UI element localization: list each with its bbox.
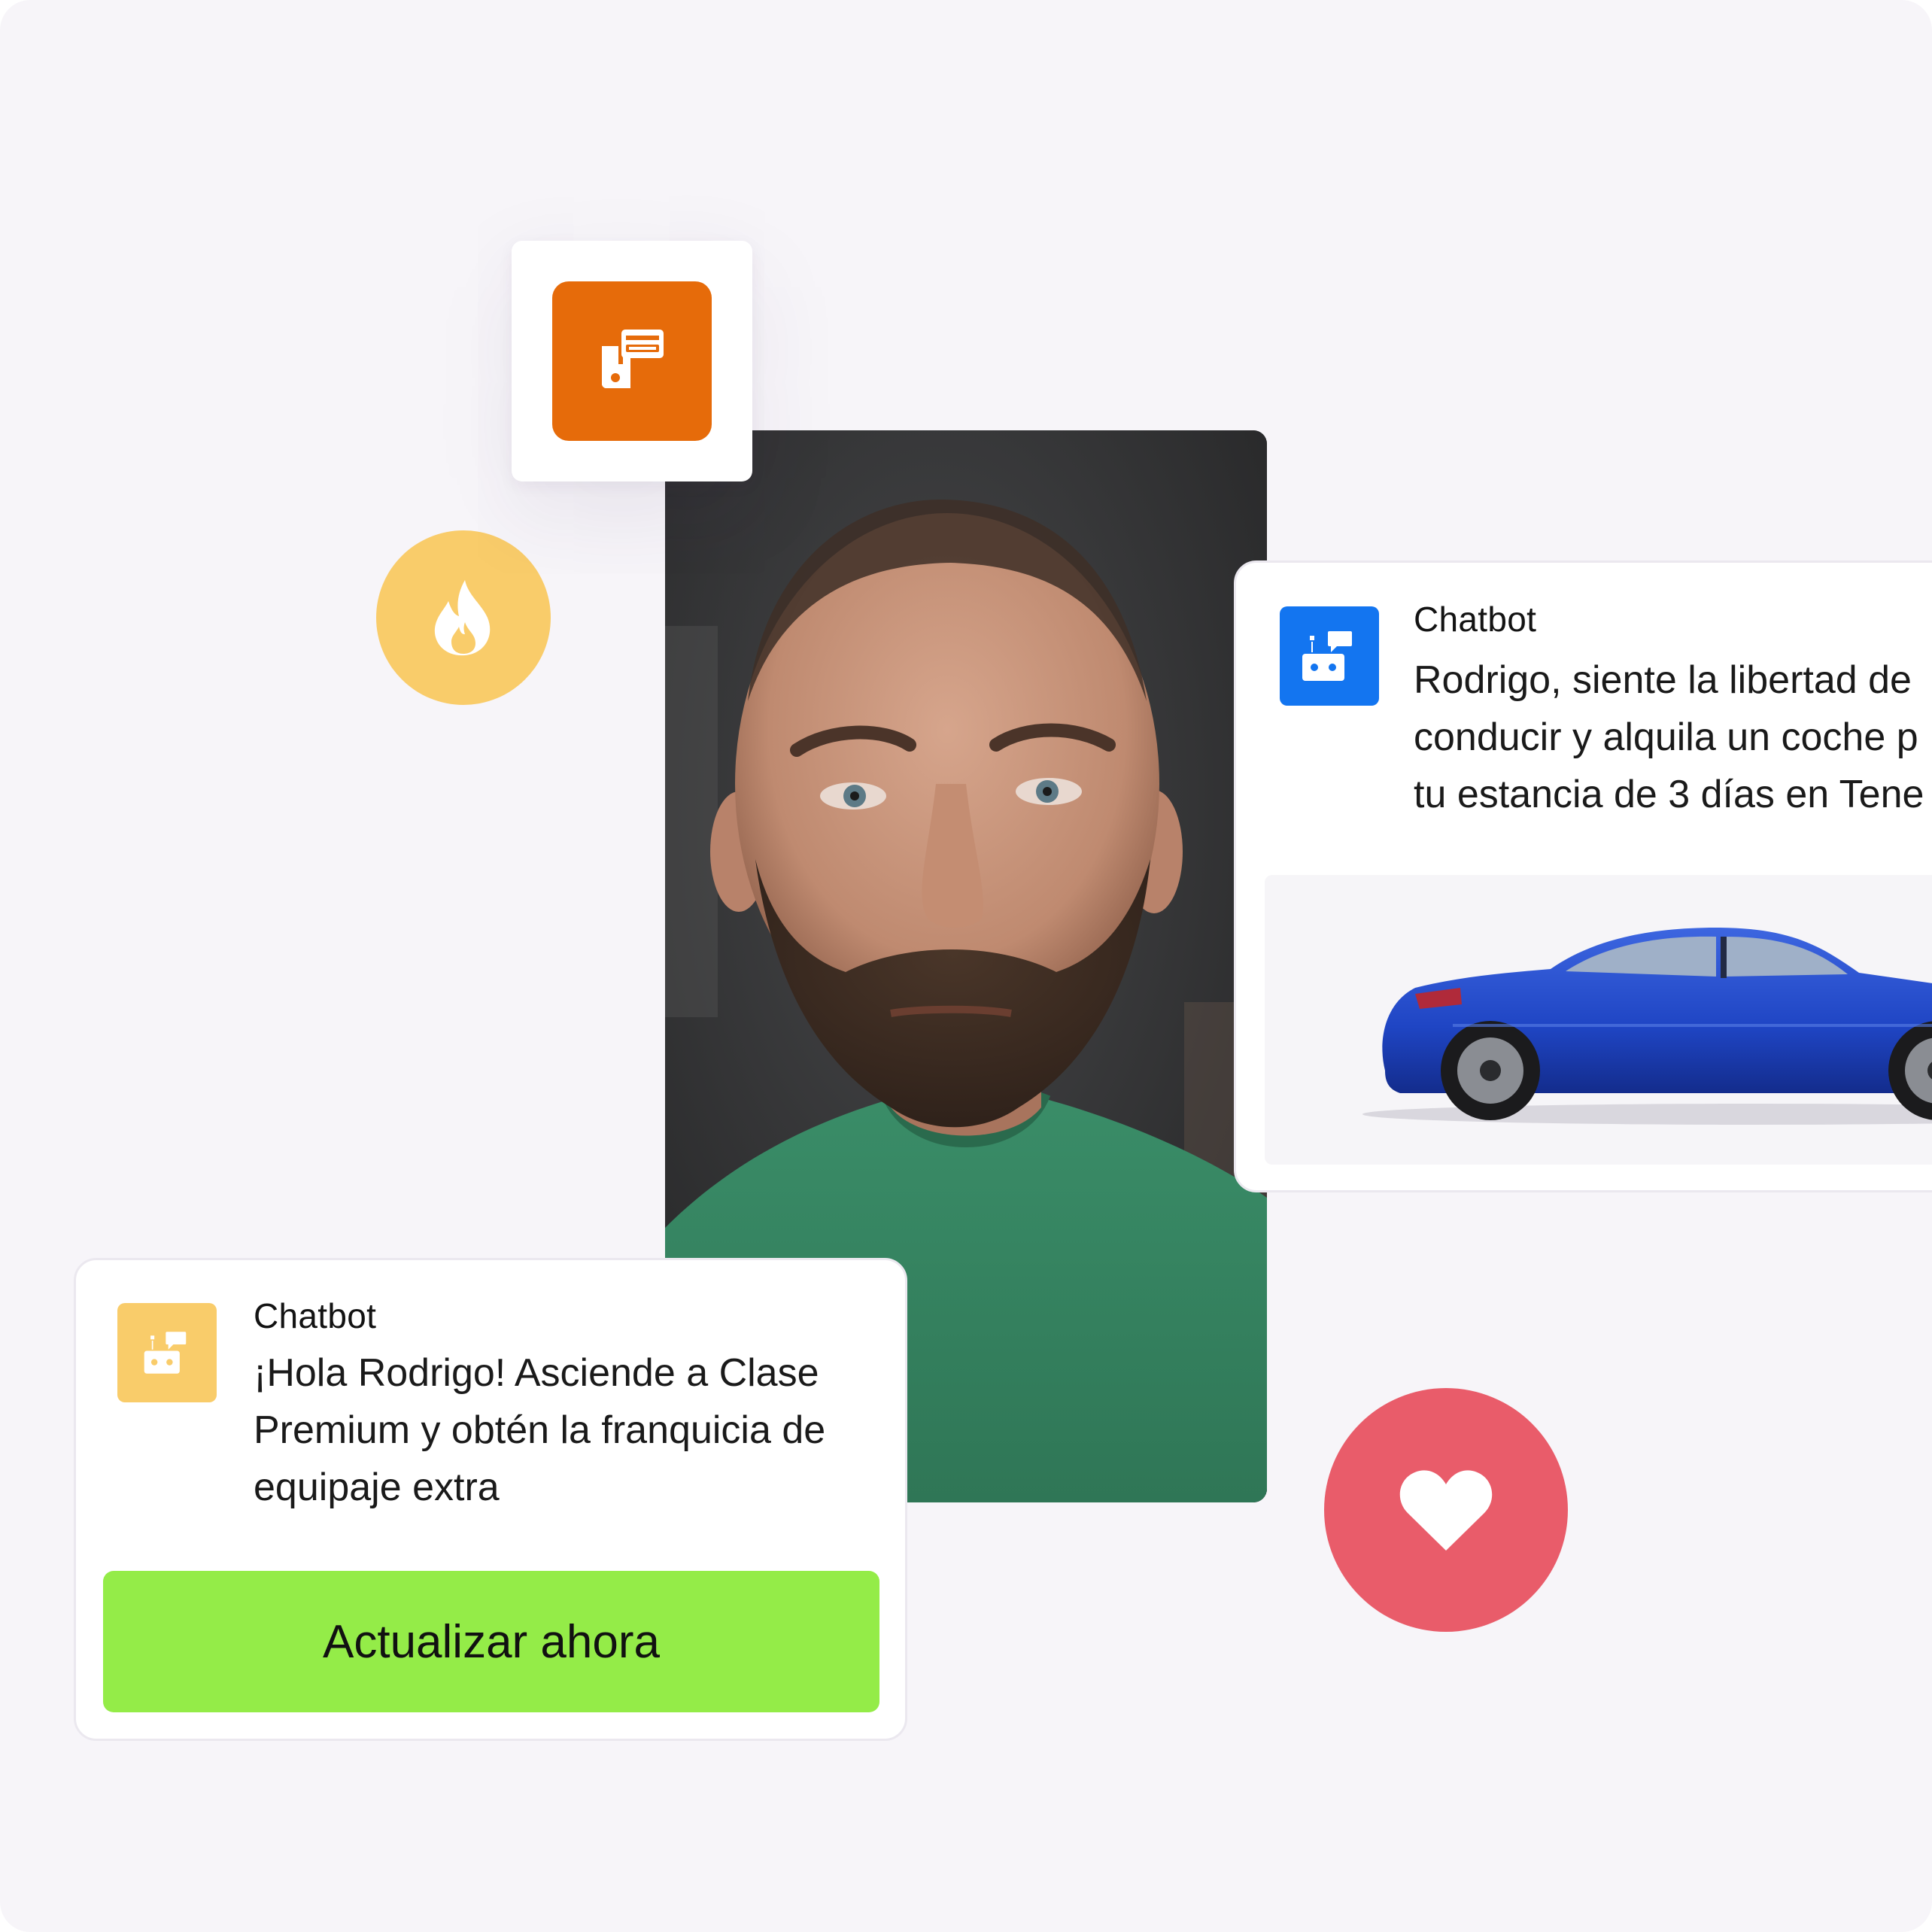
device-tile-card [512, 241, 752, 481]
card-reader-icon [602, 330, 664, 388]
heart-icon [1399, 1470, 1493, 1551]
card-title: Chatbot [254, 1296, 377, 1335]
flame-bubble [376, 530, 551, 705]
card-title: Chatbot [1414, 600, 1537, 639]
message-line: Premium y obtén la franquicia de [254, 1408, 826, 1452]
message-line: Rodrigo, siente la libertad de [1414, 658, 1912, 702]
chatbot-icon [117, 1303, 217, 1402]
car-image [1362, 928, 1932, 1125]
message-line: equipaje extra [254, 1466, 500, 1509]
message-line: conducir y alquila un coche p [1414, 715, 1918, 759]
heart-bubble [1324, 1388, 1568, 1632]
canvas: Chatbot Rodrigo, siente la libertad de c… [0, 0, 1932, 1932]
chatbot-icon [1280, 606, 1379, 706]
upgrade-now-button[interactable]: Actualizar ahora [103, 1571, 879, 1712]
card-message: Rodrigo, siente la libertad de conducir … [1414, 652, 1924, 823]
message-line: ¡Hola Rodrigo! Asciende a Clase [254, 1351, 819, 1395]
chatbot-card-upgrade: Chatbot ¡Hola Rodrigo! Asciende a Clase … [74, 1258, 907, 1741]
car-image-panel [1265, 875, 1932, 1165]
chatbot-card-car-rental: Chatbot Rodrigo, siente la libertad de c… [1234, 560, 1932, 1192]
message-line: tu estancia de 3 días en Tene [1414, 773, 1924, 816]
flame-icon [434, 580, 491, 656]
device-tile [552, 281, 712, 441]
card-message: ¡Hola Rodrigo! Asciende a Clase Premium … [254, 1344, 825, 1516]
